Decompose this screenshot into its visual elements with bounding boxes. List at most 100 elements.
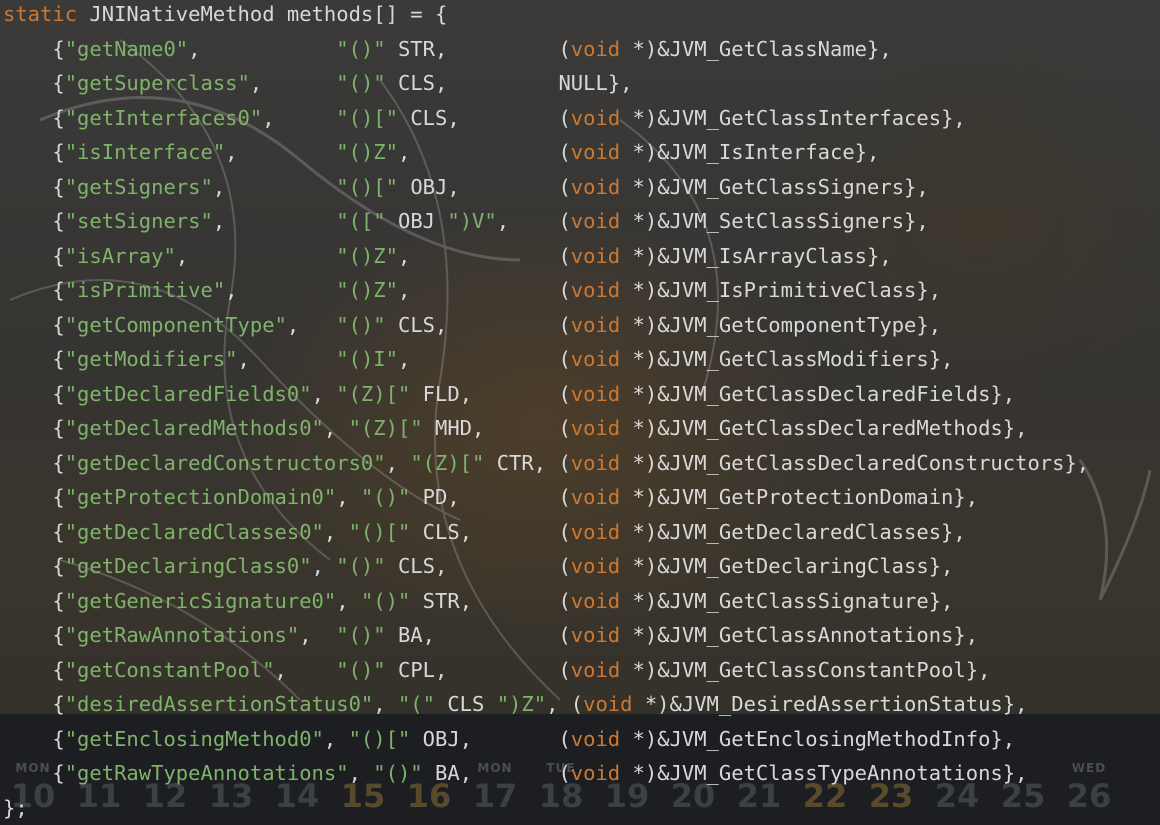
signature-macro: CLS [385,554,435,578]
code-line-method: {"desiredAssertionStatus0", "(" CLS ")Z"… [3,687,1027,722]
function-pointer: *)&JVM_GetProtectionDomain}, [620,485,979,509]
code-text: , [447,174,460,199]
code-text: ( [558,174,571,199]
code-line-method: {"getRawTypeAnnotations", "()" BA, (void… [3,756,1027,791]
code-text: ( [558,450,571,475]
code-text: ( [558,623,571,647]
code-text: { [3,278,65,302]
code-text: { [3,519,65,544]
keyword-void: void [570,209,621,233]
method-signature-string: "([" [336,209,386,233]
method-name-string: "getDeclaredClasses0" [64,519,324,544]
code-text: ( [558,278,571,302]
code-text: ( [558,140,571,164]
keyword-void: void [570,554,621,578]
function-pointer: *)&JVM_SetClassSigners}, [620,209,929,233]
method-signature-string: "()Z" [336,243,398,268]
code-text: ( [570,692,584,716]
code-text: { [3,71,65,95]
method-name-string: "getConstantPool" [64,657,275,682]
method-name-string: "getDeclaredFields0" [64,381,312,406]
code-text: { [3,381,65,406]
code-line-method: {"getSigners", "()[" OBJ, (void *)&JVM_G… [3,170,929,205]
method-signature-string: "()" [336,36,386,61]
function-pointer: *)&JVM_GetComponentType}, [620,312,942,337]
function-pointer: *)&JVM_DesiredAssertionStatus}, [632,692,1028,716]
code-line-method: {"getDeclaredConstructors0", "(Z)[" CTR,… [3,446,1089,481]
function-pointer: *)&JVM_GetClassDeclaredMethods}, [620,416,1028,440]
code-text: , [435,312,448,337]
calendar-weekday: WED [1071,761,1107,775]
method-name-string: "getProtectionDomain0" [64,485,337,509]
code-text: , [397,347,411,371]
signature-macro: PD [410,485,448,509]
keyword-void: void [570,140,621,164]
code-text: , [373,692,386,716]
method-name-string: "getGenericSignature0" [64,588,337,613]
code-text: ( [558,381,571,406]
method-signature-string: "()[" [348,519,411,544]
code-text: , [336,588,349,613]
function-pointer: *)&JVM_GetClassAnnotations}, [620,623,979,647]
code-line-method: {"getDeclaredMethods0", "(Z)[" MHD, (voi… [3,411,1027,446]
code-text: , [459,519,473,544]
keyword-void: void [570,347,621,371]
code-text: , [459,588,473,613]
method-signature-string: "()[" [336,174,398,199]
code-line-footer: }; [3,791,28,825]
signature-macro: FLD [410,381,460,406]
code-line-method: {"getDeclaredFields0", "(Z)[" FLD, (void… [3,377,1015,412]
code-text: { [3,554,65,578]
code-line-method: {"getProtectionDomain0", "()" PD, (void … [3,480,978,515]
code-text: { [3,312,65,337]
code-text: , [225,140,238,164]
method-signature-string: "()" [336,71,386,95]
code-text: { [3,105,65,130]
code-text: ( [558,312,571,337]
keyword-void: void [570,657,621,682]
function-pointer: *)&JVM_GetClassModifiers}, [620,347,954,371]
code-text: { [3,36,65,61]
signature-macro: BA [422,761,460,785]
method-signature-string: "()[" [336,105,398,130]
code-line-method: {"isInterface", "()Z", (void *)&JVM_IsIn… [3,135,879,170]
code-text: ( [558,519,571,544]
keyword-void: void [570,174,621,199]
keyword-void: void [570,381,621,406]
code-line-method: {"isPrimitive", "()Z", (void *)&JVM_IsPr… [3,273,941,308]
function-pointer: *)&JVM_GetDeclaringClass}, [620,554,954,578]
code-text: , [175,243,189,268]
code-line-method: {"getGenericSignature0", "()" STR, (void… [3,584,953,619]
code-text: { [3,450,65,475]
code-text: { [3,761,65,785]
function-pointer: *)&JVM_GetClassSigners}, [620,174,929,199]
method-name-string: "getSuperclass" [64,71,250,95]
method-signature-string: "(Z)[" [336,381,411,406]
signature-macro: CLS [435,692,485,716]
keyword-void: void [570,623,621,647]
method-name-string: "isArray" [64,243,176,268]
code-line-method: {"getEnclosingMethod0", "()[" OBJ, (void… [3,722,1015,757]
code-text: { [3,347,65,371]
keyword-void: void [570,726,621,751]
code-text: , [188,36,201,61]
function-pointer: *)&JVM_GetClassInterfaces}, [620,105,966,130]
code-text: { [3,416,65,440]
